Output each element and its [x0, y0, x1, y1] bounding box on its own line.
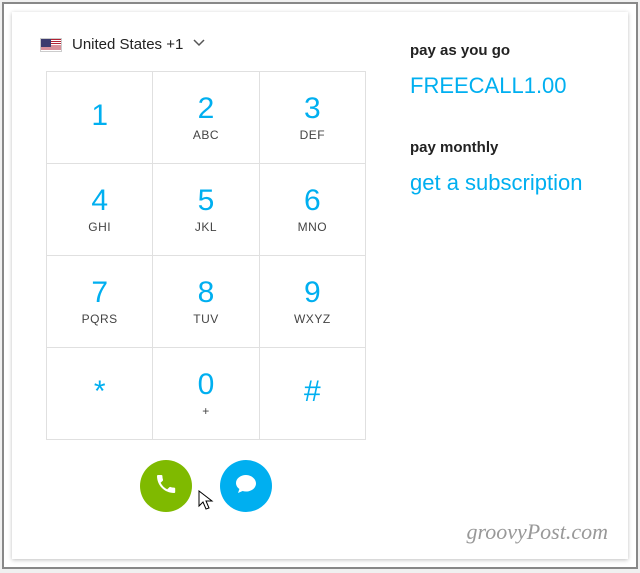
key-8[interactable]: 8TUV: [153, 256, 259, 348]
chat-icon: [234, 472, 258, 501]
key-hash[interactable]: #: [259, 348, 365, 440]
key-9[interactable]: 9WXYZ: [259, 256, 365, 348]
key-4[interactable]: 4GHI: [47, 164, 153, 256]
payg-heading: pay as you go: [410, 42, 582, 59]
flag-us-icon: [40, 38, 62, 52]
key-1[interactable]: 1: [47, 72, 153, 164]
monthly-heading: pay monthly: [410, 139, 582, 156]
dialpad: 1 2ABC 3DEF 4GHI 5JKL 6MNO 7PQRS 8TUV 9W…: [46, 71, 366, 440]
country-label: United States +1: [72, 36, 183, 53]
chat-button[interactable]: [220, 460, 272, 512]
cursor-icon: [198, 490, 216, 517]
country-selector[interactable]: United States +1: [40, 36, 380, 53]
phone-icon: [154, 472, 178, 501]
key-2[interactable]: 2ABC: [153, 72, 259, 164]
key-6[interactable]: 6MNO: [259, 164, 365, 256]
key-3[interactable]: 3DEF: [259, 72, 365, 164]
chevron-down-icon: [193, 36, 205, 53]
key-5[interactable]: 5JKL: [153, 164, 259, 256]
key-star[interactable]: *: [47, 348, 153, 440]
subscription-link[interactable]: get a subscription: [410, 170, 582, 196]
payg-value-link[interactable]: FREECALL1.00: [410, 73, 567, 99]
key-7[interactable]: 7PQRS: [47, 256, 153, 348]
key-0[interactable]: 0+: [153, 348, 259, 440]
watermark: groovyPost.com: [466, 519, 608, 545]
call-button[interactable]: [140, 460, 192, 512]
